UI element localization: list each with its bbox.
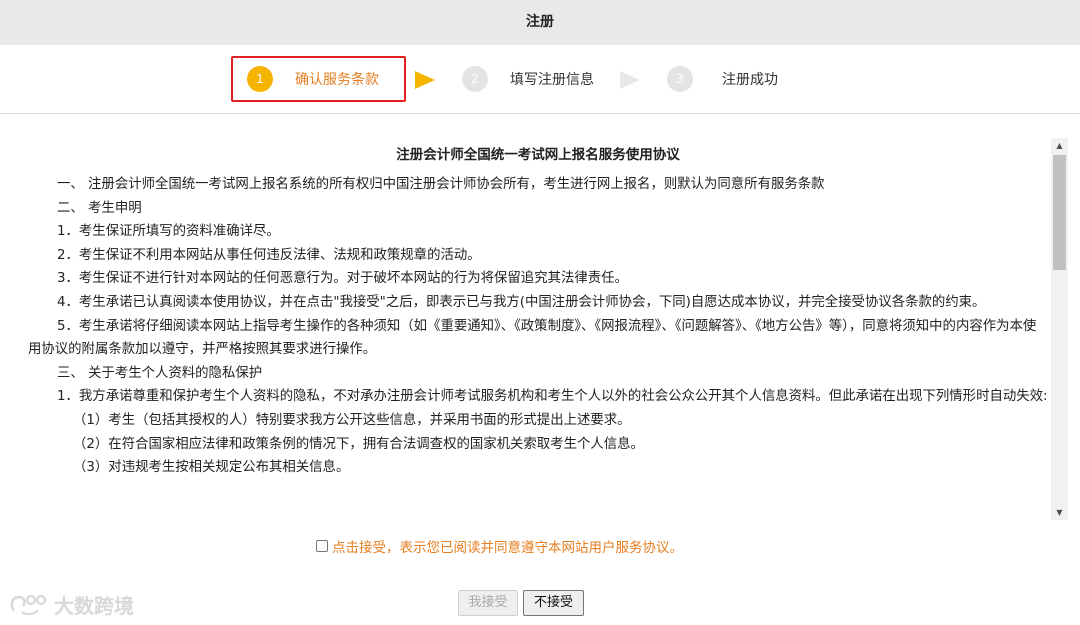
scroll-down-icon[interactable]: ▼ [1051,505,1068,520]
accept-terms-checkbox-row[interactable]: 点击接受，表示您已阅读并同意遵守本网站用户服务协议。 [316,536,683,556]
page-header: 注册 [0,0,1080,45]
agreement-paragraph: 二、 考生申明 [57,200,142,216]
chevron-right-icon [620,71,640,89]
active-step-highlight [231,56,406,102]
agreement-paragraph: 5．考生承诺将仔细阅读本网站上指导考生操作的各种须知（如《重要通知》、《政策制度… [28,318,1037,358]
chevron-right-icon [415,71,435,89]
agreement-paragraph: 3．考生保证不进行针对本网站的任何恶意行为。对于破坏本网站的行为将保留追究其法律… [57,271,628,287]
step-number-3: 3 [667,66,693,92]
step-success: 3 注册成功 [667,45,778,113]
watermark-logo-icon [10,594,47,616]
agreement-paragraph: 一、 注册会计师全国统一考试网上报名系统的所有权归中国注册会计师协会所有，考生进… [57,177,825,192]
agreement-paragraph: 1．我方承诺尊重和保护考生个人资料的隐私，不对承办注册会计师考试服务机构和考生个… [57,389,1048,405]
step-label-3: 注册成功 [722,72,778,88]
divider [0,113,1080,114]
page-title: 注册 [526,14,554,30]
accept-button[interactable]: 我接受 [458,590,518,616]
watermark: 大数跨境 [8,589,134,619]
agreement-subitem: （1）考生（包括其授权的人）特别要求我方公开这些信息，并采用书面的形式提出上述要… [73,412,631,428]
agreement-paragraph: 2．考生保证不利用本网站从事任何违反法律、法规和政策规章的活动。 [57,247,481,263]
scroll-up-icon[interactable]: ▲ [1051,138,1068,153]
step-number-2: 2 [462,66,488,92]
agreement-scroll-area[interactable]: 注册会计师全国统一考试网上报名服务使用协议 一、 注册会计师全国统一考试网上报名… [18,138,1068,520]
step-fill-info: 2 填写注册信息 [462,45,594,113]
step-label-2: 填写注册信息 [510,72,594,88]
step-indicator: 1 确认服务条款 2 填写注册信息 3 注册成功 [0,45,1080,113]
agreement-title: 注册会计师全国统一考试网上报名服务使用协议 [396,147,680,163]
watermark-text: 大数跨境 [54,593,134,618]
accept-terms-label[interactable]: 点击接受，表示您已阅读并同意遵守本网站用户服务协议。 [332,536,683,556]
agreement-paragraph: 4．考生承诺已认真阅读本使用协议，并在点击"我接受"之后，即表示已与我方(中国注… [57,294,986,310]
scrollbar-thumb[interactable] [1053,155,1066,270]
accept-terms-checkbox[interactable] [316,540,328,552]
agreement-content: 注册会计师全国统一考试网上报名服务使用协议 一、 注册会计师全国统一考试网上报名… [28,138,1048,480]
agreement-paragraph: 1．考生保证所填写的资料准确详尽。 [57,224,280,240]
agreement-scrollbar[interactable]: ▲ ▼ [1051,138,1068,520]
agreement-paragraph: 三、 关于考生个人资料的隐私保护 [57,365,263,381]
agreement-subitem: （3）对违规考生按相关规定公布其相关信息。 [73,460,350,476]
reject-button[interactable]: 不接受 [523,590,584,616]
agreement-subitem: （2）在符合国家相应法律和政策条例的情况下，拥有合法调查权的国家机关索取考生个人… [73,436,644,452]
